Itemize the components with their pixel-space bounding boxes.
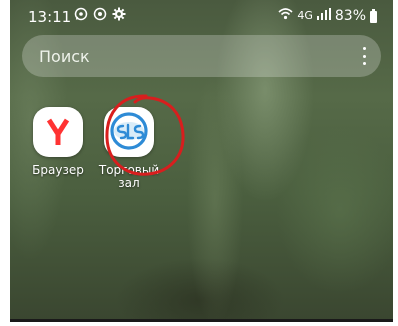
search-placeholder: Поиск (39, 47, 90, 66)
signal-icon (316, 7, 331, 24)
settings-icon (112, 7, 126, 26)
status-bar: 13:11 4G 83% (10, 0, 393, 34)
sls-icon (104, 107, 154, 157)
yandex-browser-icon (33, 107, 83, 157)
app-trade-hall[interactable]: Торговый зал (94, 107, 164, 190)
wifi-icon (278, 7, 293, 24)
app-label: Браузер (32, 163, 84, 177)
battery-percent: 83% (334, 7, 366, 24)
network-type: 4G (297, 9, 313, 22)
notification-icons (74, 7, 126, 26)
status-right: 4G 83% (278, 7, 377, 24)
dock-edge (10, 319, 393, 322)
app-browser[interactable]: Браузер (23, 107, 93, 177)
app-label: Торговый зал (98, 163, 160, 190)
battery-icon (370, 8, 377, 23)
vpn-icon (93, 7, 107, 26)
search-bar[interactable]: Поиск (22, 35, 381, 77)
more-options-icon[interactable] (361, 47, 367, 65)
whatsapp-icon (74, 7, 88, 26)
home-screen: 13:11 4G 83% Поиск Браузер Торговый зал (10, 0, 393, 322)
status-time: 13:11 (28, 8, 72, 26)
